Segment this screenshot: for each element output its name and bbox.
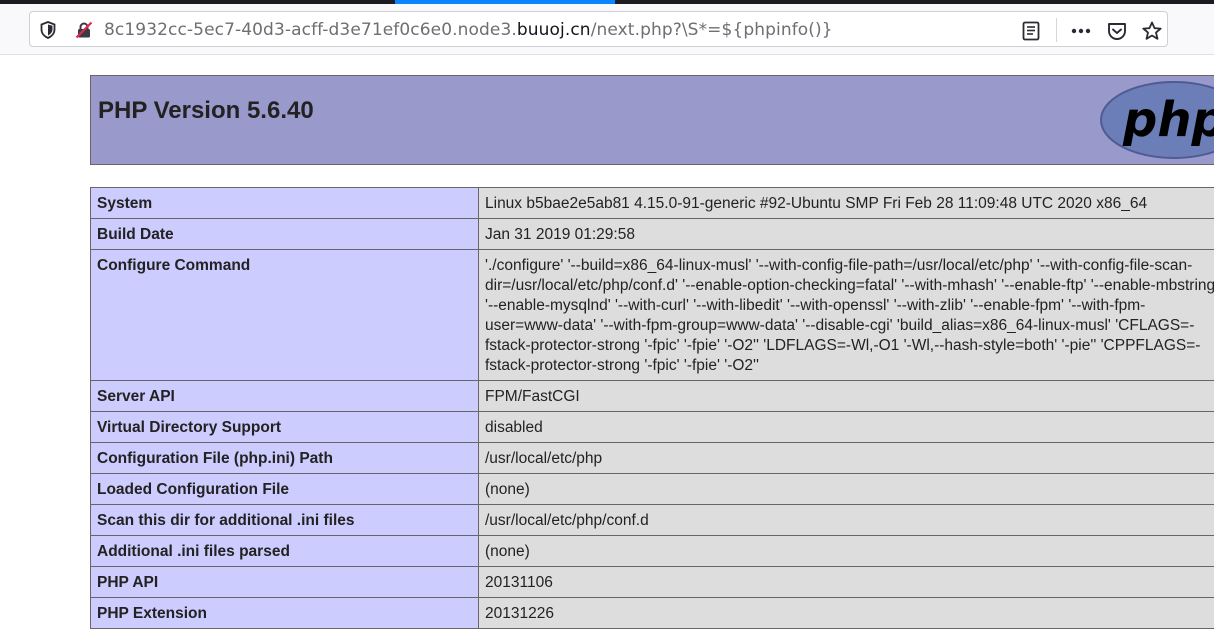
php-logo-text: php [1122, 92, 1214, 148]
url-domain: buuoj.cn [517, 20, 591, 40]
info-key: PHP Extension [91, 598, 479, 629]
page-title: PHP Version 5.6.40 [98, 97, 314, 125]
reader-view-icon[interactable] [1020, 20, 1042, 42]
url-text[interactable]: 8c1932cc-5ec7-40d3-acff-d3e71ef0c6e0.nod… [104, 20, 833, 40]
info-value: 20131106 [479, 567, 1214, 598]
table-row: Configure Command'./configure' '--build=… [91, 250, 1214, 381]
table-row: SystemLinux b5bae2e5ab81 4.15.0-91-gener… [91, 188, 1214, 219]
php-version-header: PHP Version 5.6.40 php [90, 75, 1214, 165]
info-key: Configuration File (php.ini) Path [91, 443, 479, 474]
url-separator [1056, 18, 1057, 42]
info-key: Server API [91, 381, 479, 412]
info-value: Jan 31 2019 01:29:58 [479, 219, 1214, 250]
table-row: Server APIFPM/FastCGI [91, 381, 1214, 412]
info-value: FPM/FastCGI [479, 381, 1214, 412]
url-prefix: 8c1932cc-5ec7-40d3-acff-d3e71ef0c6e0.nod… [104, 20, 517, 40]
info-key: System [91, 188, 479, 219]
info-key: Scan this dir for additional .ini files [91, 505, 479, 536]
php-logo[interactable]: php [1099, 80, 1214, 160]
pocket-icon[interactable] [1106, 20, 1128, 42]
info-value: (none) [479, 474, 1214, 505]
info-key: Configure Command [91, 250, 479, 381]
url-path: /next.php?\S*=${phpinfo()} [591, 20, 833, 40]
info-value: (none) [479, 536, 1214, 567]
address-bar[interactable]: 8c1932cc-5ec7-40d3-acff-d3e71ef0c6e0.nod… [29, 11, 1168, 47]
table-row: Configuration File (php.ini) Path/usr/lo… [91, 443, 1214, 474]
table-row: Scan this dir for additional .ini files/… [91, 505, 1214, 536]
info-value: 20131226 [479, 598, 1214, 629]
info-value: disabled [479, 412, 1214, 443]
table-row: Build DateJan 31 2019 01:29:58 [91, 219, 1214, 250]
info-key: Loaded Configuration File [91, 474, 479, 505]
more-icon[interactable] [1070, 20, 1092, 42]
info-value: /usr/local/etc/php [479, 443, 1214, 474]
info-value: './configure' '--build=x86_64-linux-musl… [479, 250, 1214, 381]
table-row: Additional .ini files parsed(none) [91, 536, 1214, 567]
table-row: PHP API20131106 [91, 567, 1214, 598]
table-row: Loaded Configuration File(none) [91, 474, 1214, 505]
table-row: Virtual Directory Supportdisabled [91, 412, 1214, 443]
info-value: /usr/local/etc/php/conf.d [479, 505, 1214, 536]
shield-icon[interactable] [38, 20, 58, 40]
info-key: PHP API [91, 567, 479, 598]
insecure-lock-icon[interactable] [74, 20, 94, 40]
info-key: Additional .ini files parsed [91, 536, 479, 567]
php-info-table: SystemLinux b5bae2e5ab81 4.15.0-91-gener… [90, 187, 1214, 629]
table-row: PHP Extension20131226 [91, 598, 1214, 629]
navigation-toolbar: 8c1932cc-5ec7-40d3-acff-d3e71ef0c6e0.nod… [0, 4, 1214, 55]
info-key: Virtual Directory Support [91, 412, 479, 443]
info-value: Linux b5bae2e5ab81 4.15.0-91-generic #92… [479, 188, 1214, 219]
info-key: Build Date [91, 219, 479, 250]
bookmark-star-icon[interactable] [1141, 20, 1163, 42]
